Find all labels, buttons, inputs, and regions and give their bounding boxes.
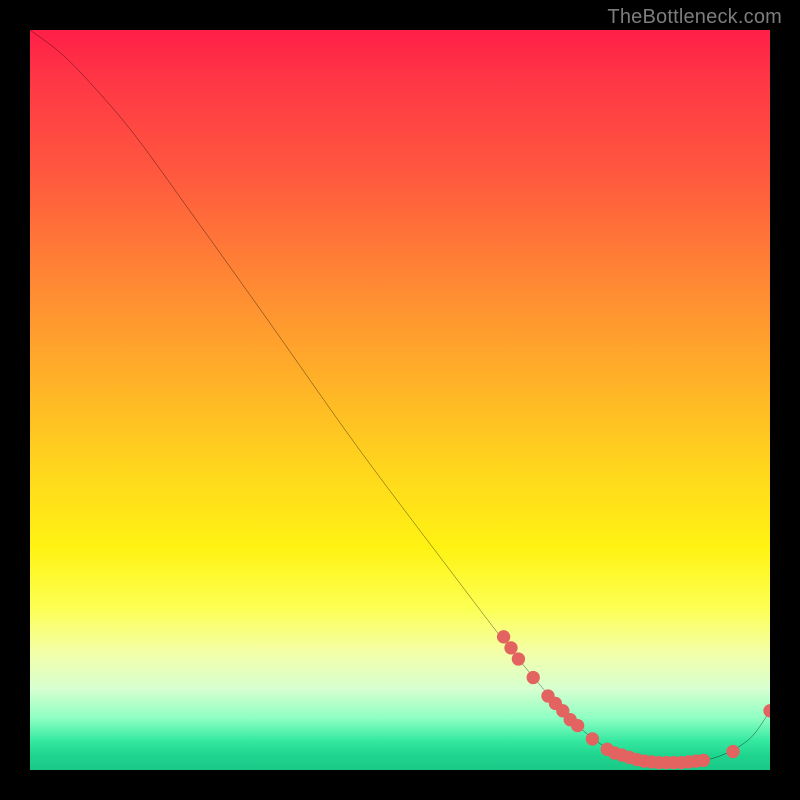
bottleneck-curve — [30, 30, 770, 763]
curve-marker — [504, 641, 517, 654]
curve-marker — [586, 732, 599, 745]
curve-marker — [527, 671, 540, 684]
chart-stage: TheBottleneck.com — [0, 0, 800, 800]
curve-svg — [30, 30, 770, 770]
curve-marker — [726, 745, 739, 758]
curve-marker — [697, 754, 710, 767]
curve-marker — [763, 704, 770, 717]
curve-markers — [497, 630, 770, 769]
curve-marker — [571, 719, 584, 732]
curve-marker — [512, 652, 525, 665]
watermark-text: TheBottleneck.com — [607, 6, 782, 29]
plot-area — [30, 30, 770, 770]
curve-marker — [497, 630, 510, 643]
